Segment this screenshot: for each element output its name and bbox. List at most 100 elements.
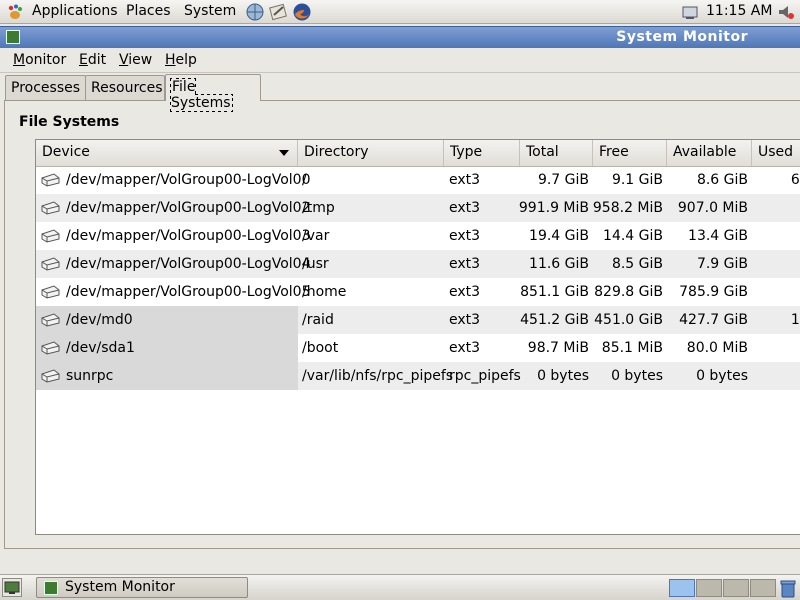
hard-disk-icon [41,257,60,271]
type-cell: ext3 [449,256,481,272]
table-row[interactable]: sunrpc/var/lib/nfs/rpc_pipefs rpc_pipefs 0… [36,362,800,390]
column-header-device-label: Device [42,144,90,160]
tab-processes[interactable]: Processes [5,75,86,100]
directory-cell: /home [302,284,347,300]
menu-help-mnemonic: H [165,52,176,68]
applications-menu[interactable]: Applications [32,3,118,19]
device-cell: /dev/mapper/VolGroup00-LogVol03 [66,228,311,244]
directory-cell: /var [302,228,330,244]
menubar: Monitor Edit View Help [0,48,800,73]
window-titlebar[interactable]: System Monitor [0,26,800,48]
places-menu[interactable]: Places [126,3,171,19]
editor-launcher-icon[interactable] [268,2,288,22]
available-cell: 8.6 GiB [696,172,748,188]
free-cell: 8.5 GiB [611,256,663,272]
workspace-1[interactable] [669,579,695,597]
total-cell: 9.7 GiB [537,172,589,188]
column-header-type[interactable]: Type [444,140,520,166]
available-cell: 427.7 GiB [679,312,748,328]
hard-disk-icon [41,173,60,187]
volume-icon[interactable] [776,2,796,22]
free-cell: 451.0 GiB [594,312,663,328]
device-cell: /dev/mapper/VolGroup00-LogVol05 [66,284,311,300]
network-launcher-icon[interactable] [245,2,265,22]
table-header: Device Directory Type Total Free Availab… [36,140,800,167]
total-cell: 98.7 MiB [527,340,589,356]
directory-cell: /raid [302,312,334,328]
used-cell: 198.1 [790,312,800,328]
available-cell: 80.0 MiB [686,340,748,356]
total-cell: 19.4 GiB [529,228,589,244]
column-header-used[interactable]: Used [752,140,800,166]
total-cell: 451.2 GiB [520,312,589,328]
device-cell: /dev/sda1 [66,340,135,356]
menu-monitor[interactable]: Monitor [13,52,66,68]
free-cell: 9.1 GiB [611,172,663,188]
used-cell: 615.0 [790,172,800,188]
system-menu[interactable]: System [184,3,236,19]
type-cell: ext3 [449,228,481,244]
tab-processes-label: Processes [11,80,81,96]
trash-icon[interactable] [779,578,797,598]
show-desktop-button[interactable] [2,578,22,597]
table-row[interactable]: /dev/mapper/VolGroup00-LogVol03/var ext3 1… [36,222,800,250]
firefox-icon[interactable] [292,2,312,22]
directory-cell: /var/lib/nfs/rpc_pipefs [302,368,454,384]
column-header-type-label: Type [450,144,483,160]
menu-edit[interactable]: Edit [79,52,106,68]
workspace-4[interactable] [750,579,776,597]
menu-edit-mnemonic: E [79,52,88,68]
menu-edit-label: dit [87,52,107,68]
available-cell: 907.0 MiB [677,200,748,216]
clock[interactable]: 11:15 AM [706,3,772,19]
sort-descending-icon [279,150,289,156]
system-monitor-icon[interactable] [6,30,20,44]
table-row[interactable]: /dev/mapper/VolGroup00-LogVol05/home ext3… [36,278,800,306]
taskbar-item-label: System Monitor [65,579,175,595]
menu-help-label: elp [175,52,197,68]
type-cell: ext3 [449,340,481,356]
workspace-2[interactable] [696,579,722,597]
hard-disk-icon [41,313,60,327]
column-header-free[interactable]: Free [593,140,667,166]
device-cell: /dev/mapper/VolGroup00-LogVol00 [66,172,311,188]
column-header-directory[interactable]: Directory [298,140,444,166]
hard-disk-icon [41,285,60,299]
available-cell: 13.4 GiB [688,228,748,244]
top-panel: Applications Places System 11:15 AM [0,0,800,24]
device-cell: /dev/mapper/VolGroup00-LogVol02 [66,200,311,216]
free-cell: 829.8 GiB [594,284,663,300]
tab-file-systems[interactable]: File Systems [165,74,261,112]
table-row[interactable]: /dev/md0/raid ext3 451.2 GiB 451.0 GiB 427.7… [36,306,800,334]
menu-monitor-label: onitor [25,52,67,68]
free-cell: 85.1 MiB [601,340,663,356]
tab-resources-label: Resources [91,80,163,96]
tab-resources[interactable]: Resources [85,75,165,100]
free-cell: 14.4 GiB [603,228,663,244]
gnome-foot-icon[interactable] [6,3,24,21]
column-header-device[interactable]: Device [36,140,298,166]
show-desktop-icon [4,581,20,594]
workspace-3[interactable] [723,579,749,597]
table-row[interactable]: /dev/mapper/VolGroup00-LogVol00/ ext3 9.7 … [36,166,800,194]
column-header-available-label: Available [673,144,737,160]
menu-view[interactable]: View [119,52,152,68]
column-header-directory-label: Directory [304,144,369,160]
bottom-panel: System Monitor [0,574,800,600]
taskbar-system-monitor[interactable]: System Monitor [36,577,248,598]
directory-cell: /usr [302,256,329,272]
column-header-total[interactable]: Total [520,140,593,166]
free-cell: 0 bytes [611,368,663,384]
column-header-available[interactable]: Available [667,140,752,166]
menu-help[interactable]: Help [165,52,197,68]
system-monitor-icon [44,581,58,595]
table-row[interactable]: /dev/mapper/VolGroup00-LogVol04/usr ext3 1… [36,250,800,278]
column-header-free-label: Free [599,144,629,160]
table-row[interactable]: /dev/sda1/boot ext3 98.7 MiB 85.1 MiB 80.0 M… [36,334,800,362]
total-cell: 0 bytes [537,368,589,384]
filesystems-table[interactable]: Device Directory Type Total Free Availab… [35,139,800,535]
network-status-icon[interactable] [680,2,700,22]
table-row[interactable]: /dev/mapper/VolGroup00-LogVol02/tmp ext3 9… [36,194,800,222]
total-cell: 851.1 GiB [520,284,589,300]
type-cell: ext3 [449,284,481,300]
